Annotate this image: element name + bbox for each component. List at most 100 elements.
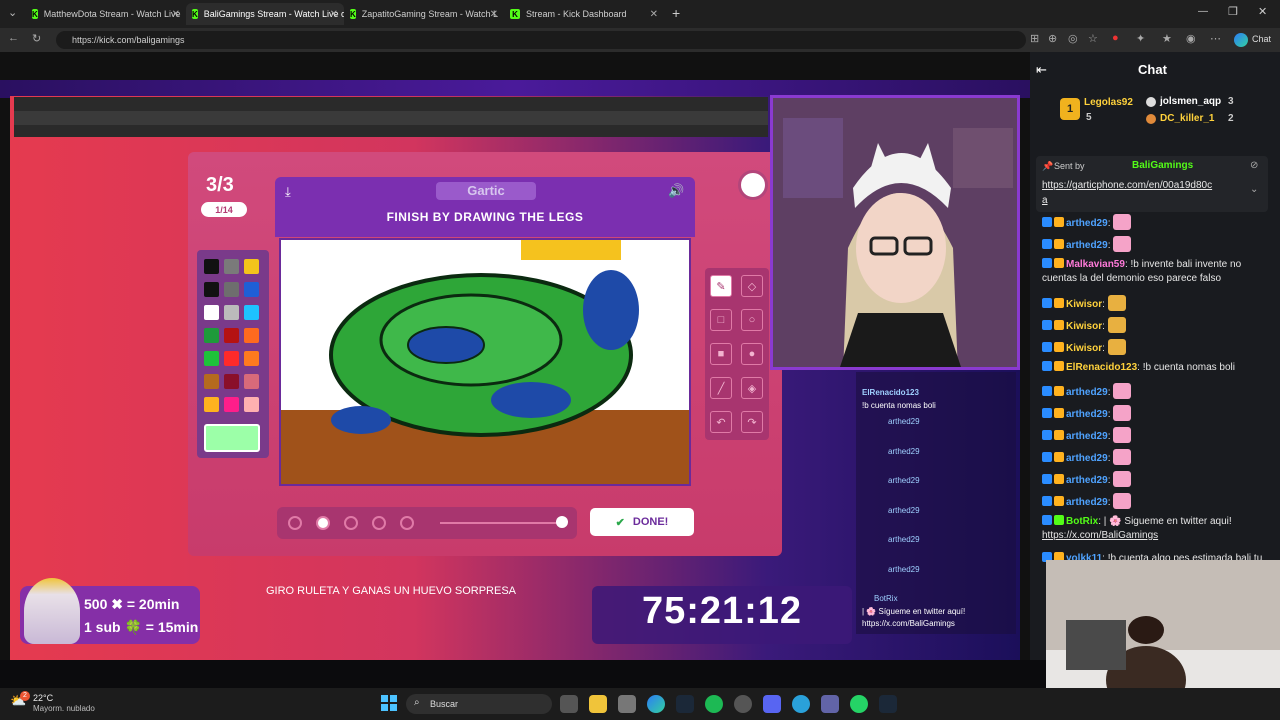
palette-color-swatch <box>224 282 239 297</box>
opacity-slider-handle <box>556 516 568 528</box>
browser-tab-bar: ⌄ K MatthewDota Stream - Watch Live ✕ K … <box>0 0 1280 28</box>
mini-chat-text: https://x.com/BaliGamings <box>862 619 955 628</box>
store-icon[interactable] <box>618 695 636 713</box>
chat-text[interactable]: https://x.com/BaliGamings <box>1042 530 1158 541</box>
url-input[interactable]: https://kick.com/baligamings <box>56 31 1026 49</box>
chat-username[interactable]: Kiwisor <box>1066 299 1102 310</box>
tab-baligamings[interactable]: K BaliGamings Stream - Watch Live o ✕ <box>186 3 344 25</box>
chat-toolbar-button[interactable]: Chat <box>1252 34 1271 44</box>
steam-icon-2[interactable] <box>879 695 897 713</box>
badge-icon <box>1042 239 1052 249</box>
chat-message: arthed29: <box>1042 471 1132 487</box>
chat-username[interactable]: BotRix <box>1066 516 1098 527</box>
pinned-sender[interactable]: BaliGamings <box>1132 160 1193 171</box>
back-icon[interactable]: ← <box>8 32 19 44</box>
favorites-bar-icon[interactable]: ★ <box>1162 32 1172 45</box>
emote-icon <box>1113 449 1132 465</box>
tab-zapatitogaming[interactable]: K ZapatitoGaming Stream - Watch L ✕ <box>344 3 504 25</box>
chat-username[interactable]: ElRenacido123 <box>1066 362 1137 373</box>
pinned-link-cont[interactable]: a <box>1042 195 1048 206</box>
brush-size-4 <box>372 516 386 530</box>
extension-icon[interactable]: ◎ <box>1068 32 1078 45</box>
expand-pin-icon[interactable]: ⌄ <box>1250 184 1258 195</box>
window-close-icon[interactable]: ✕ <box>1258 5 1267 18</box>
ellipse-tool-icon: ○ <box>741 309 763 331</box>
redo-tool-icon: ↷ <box>741 411 763 433</box>
palette-color-swatch <box>204 374 219 389</box>
tab-kick-dashboard[interactable]: K Stream - Kick Dashboard ✕ <box>504 3 664 25</box>
top-gifter-name[interactable]: Legolas92 <box>1084 97 1133 108</box>
sub-goal-line-1: 500 ✖ = 20min <box>84 596 180 612</box>
url-text: https://kick.com/baligamings <box>72 35 185 45</box>
weather-desc: Mayorm. nublado <box>33 704 95 713</box>
chat-username[interactable]: arthed29 <box>1066 475 1108 486</box>
translate-icon[interactable]: ⊞ <box>1030 32 1039 45</box>
chat-username[interactable]: arthed29 <box>1066 409 1108 420</box>
webcam-figure <box>773 98 1017 367</box>
badge-icon <box>1054 320 1064 330</box>
new-tab-icon[interactable]: + <box>672 5 680 21</box>
start-icon[interactable] <box>381 695 397 711</box>
gifter-2-name[interactable]: jolsmen_aqp <box>1160 96 1221 107</box>
chat-username[interactable]: arthed29 <box>1066 453 1108 464</box>
steam-icon[interactable] <box>676 695 694 713</box>
obs-icon[interactable] <box>734 695 752 713</box>
gifter-3-count: 2 <box>1228 113 1234 124</box>
drawing-instruction: FINISH BY DRAWING THE LEGS <box>386 210 584 224</box>
zoom-icon[interactable]: ⊕ <box>1048 32 1057 45</box>
pinned-link[interactable]: https://garticphone.com/en/00a19d80c <box>1042 180 1212 191</box>
hide-pin-icon[interactable]: ⊘ <box>1250 160 1258 171</box>
palette-color-swatch <box>244 282 259 297</box>
chat-username[interactable]: Malkavian59 <box>1066 259 1125 270</box>
close-icon[interactable]: ✕ <box>650 9 658 20</box>
favorite-icon[interactable]: ☆ <box>1088 32 1098 45</box>
chat-message: arthed29: <box>1042 493 1132 509</box>
close-icon[interactable]: ✕ <box>490 9 498 20</box>
spotify-icon[interactable] <box>705 695 723 713</box>
more-menu-icon[interactable]: ⋯ <box>1210 32 1221 45</box>
palette-color-swatch <box>224 397 239 412</box>
weather-temp: 22°C <box>33 693 54 703</box>
chat-username[interactable]: Kiwisor <box>1066 321 1102 332</box>
chat-message: Kiwisor: <box>1042 317 1126 333</box>
chat-username[interactable]: arthed29 <box>1066 387 1108 398</box>
minimize-icon[interactable]: — <box>1198 6 1208 17</box>
notification-badge: 2 <box>20 691 30 701</box>
rank-3-icon <box>1146 114 1156 124</box>
file-explorer-icon[interactable] <box>589 695 607 713</box>
profile-icon[interactable]: ◉ <box>1186 32 1196 45</box>
close-icon[interactable]: ✕ <box>172 9 180 20</box>
chat-text: : <box>1102 343 1105 354</box>
mini-chat-text: | 🌸 Sígueme en twitter aquí! <box>862 607 966 616</box>
task-view-icon[interactable] <box>560 695 578 713</box>
palette-color-swatch <box>224 328 239 343</box>
telegram-icon[interactable] <box>792 695 810 713</box>
chat-username[interactable]: arthed29 <box>1066 497 1108 508</box>
chat-username[interactable]: Kiwisor <box>1066 343 1102 354</box>
maximize-icon[interactable]: ❐ <box>1228 5 1238 18</box>
close-icon[interactable]: ✕ <box>330 9 338 20</box>
whatsapp-icon[interactable] <box>850 695 868 713</box>
taskbar-search[interactable]: ⌕ Buscar <box>406 694 552 714</box>
pinned-sent-by-label: Sent by <box>1054 161 1085 171</box>
gifter-3-name[interactable]: DC_killer_1 <box>1160 113 1214 124</box>
chat-message: arthed29: <box>1042 236 1132 252</box>
copilot-icon[interactable] <box>1234 33 1248 47</box>
edge-icon[interactable] <box>647 695 665 713</box>
mini-chat-text: !b cuenta nomas boli <box>862 401 936 410</box>
mini-chat-user: ElRenacido123 <box>862 388 919 397</box>
discord-icon[interactable] <box>763 695 781 713</box>
tab-matthewdota[interactable]: K MatthewDota Stream - Watch Live ✕ <box>26 3 186 25</box>
extensions-icon[interactable]: ✦ <box>1136 32 1145 45</box>
palette-color-swatch <box>204 328 219 343</box>
teams-icon[interactable] <box>821 695 839 713</box>
badge-icon <box>1054 361 1064 371</box>
chat-username[interactable]: arthed29 <box>1066 431 1108 442</box>
reload-icon[interactable]: ↻ <box>32 32 41 45</box>
chat-username[interactable]: arthed29 <box>1066 240 1108 251</box>
tab-list-icon[interactable]: ⌄ <box>8 6 17 19</box>
selected-color-swatch[interactable] <box>204 424 260 452</box>
streamer-webcam <box>770 95 1020 370</box>
adblock-icon[interactable]: ● <box>1112 32 1119 44</box>
chat-username[interactable]: arthed29 <box>1066 218 1108 229</box>
